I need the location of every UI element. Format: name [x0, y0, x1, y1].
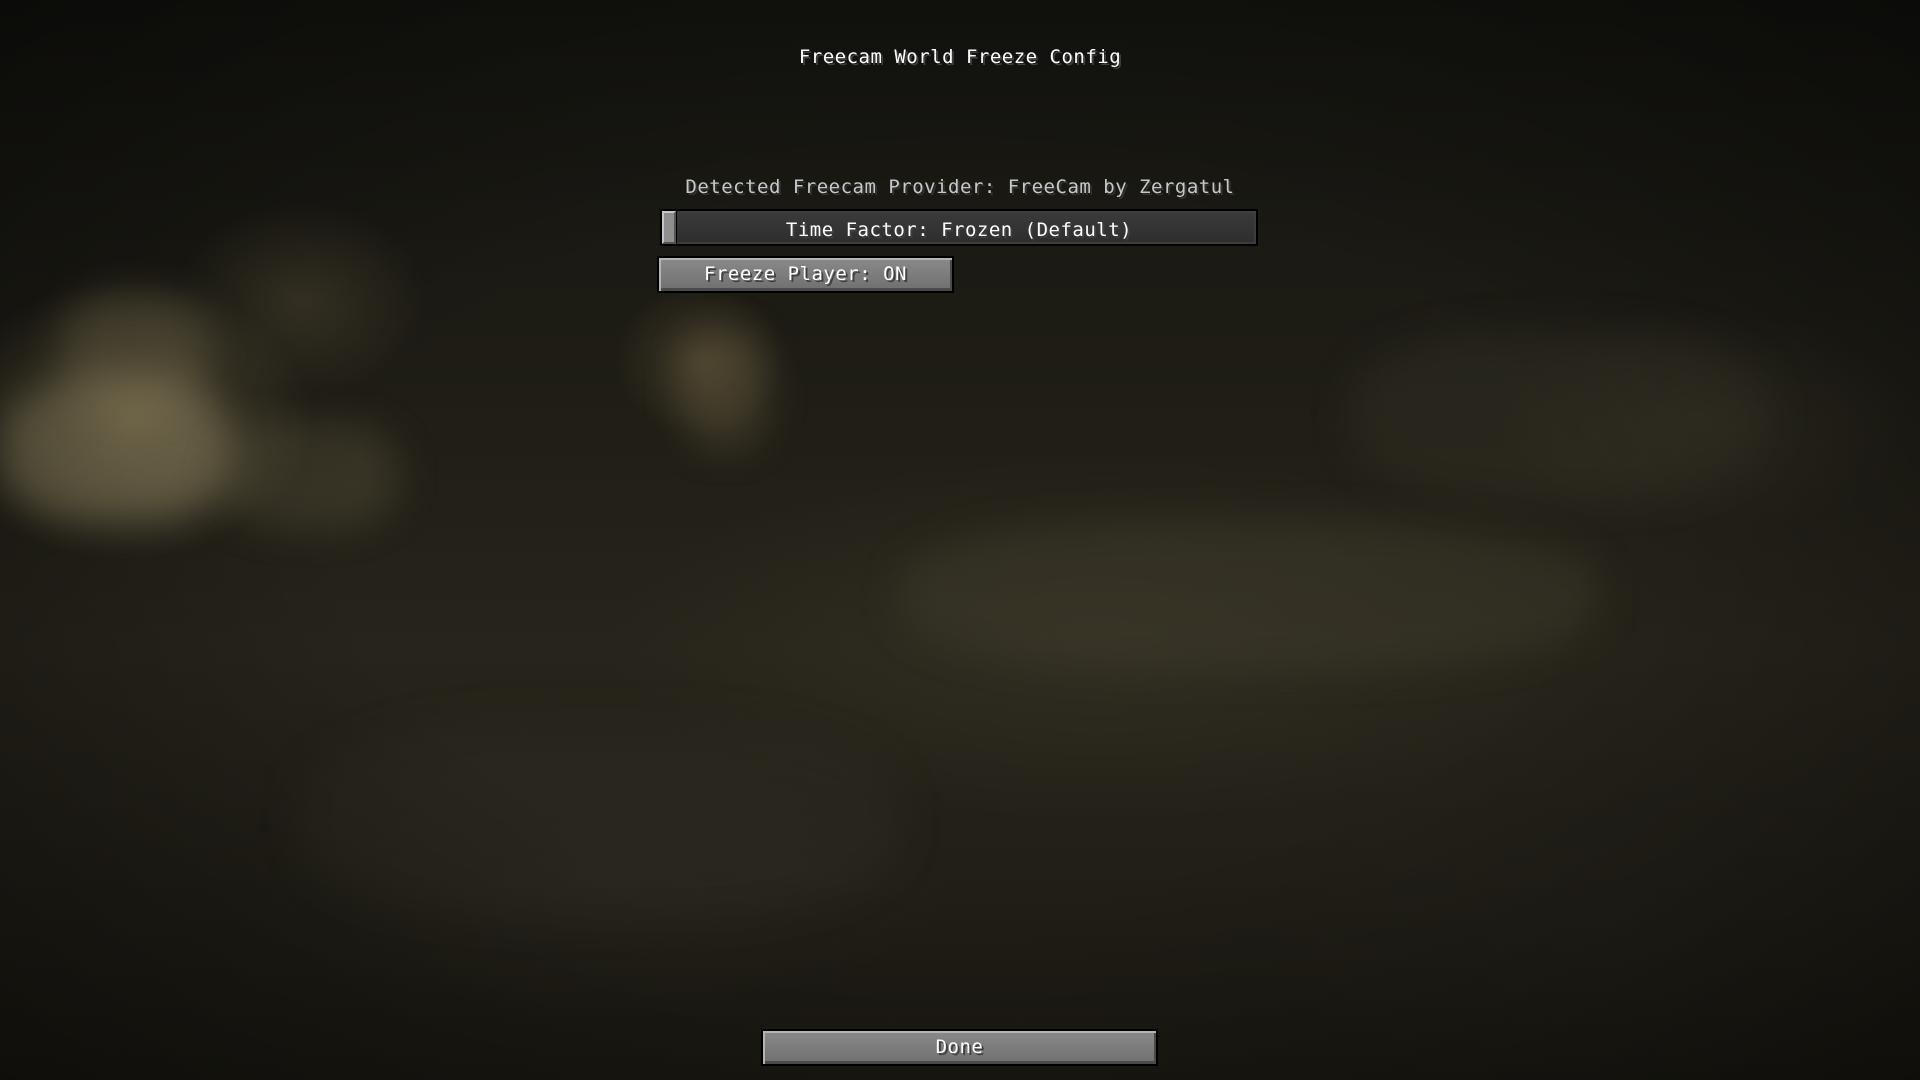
time-factor-label: Time Factor: Frozen (Default): [785, 219, 1133, 241]
freeze-player-button[interactable]: Freeze Player: ON: [657, 256, 954, 293]
done-label: Done: [935, 1036, 984, 1058]
done-button[interactable]: Done: [761, 1029, 1158, 1066]
freeze-player-label: Freeze Player: ON: [704, 263, 907, 285]
screen-title: Freecam World Freeze Config: [798, 46, 1122, 68]
time-factor-slider[interactable]: Time Factor: Frozen (Default): [660, 209, 1258, 246]
vignette-overlay: [0, 0, 1920, 1080]
provider-label: Detected Freecam Provider: FreeCam by Ze…: [685, 176, 1235, 198]
